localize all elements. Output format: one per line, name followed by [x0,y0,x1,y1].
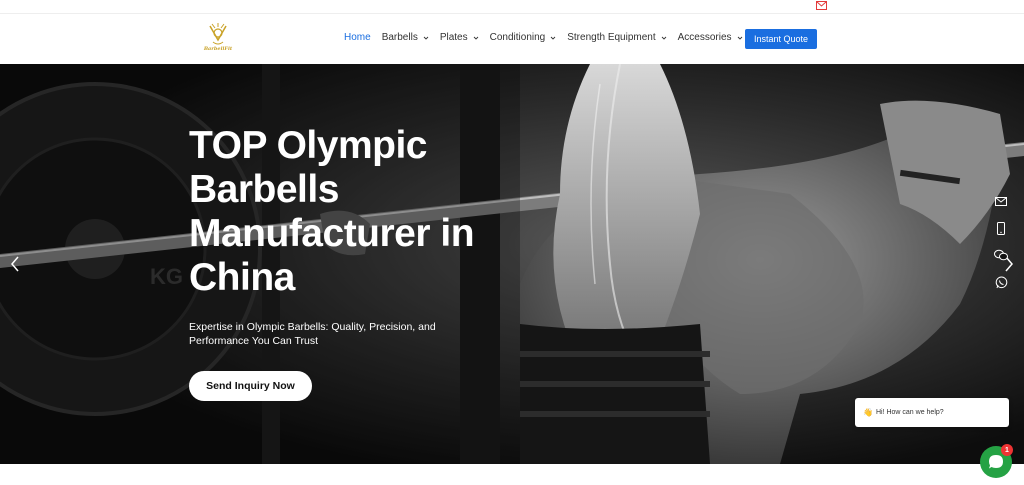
nav-item-strength-equipment[interactable]: Strength Equipment [567,32,666,43]
chevron-down-icon [737,36,742,40]
logo-text: BarbellFit [203,46,233,52]
page-bottom [0,464,1024,485]
nav-item-label: Conditioning [489,32,546,43]
chevron-down-icon [423,36,429,40]
headline-line: TOP Olympic [189,124,427,167]
nav-item-conditioning[interactable]: Conditioning [490,32,557,43]
site-logo[interactable]: BarbellFit [198,22,238,56]
slider-prev-arrow-icon[interactable] [8,254,22,274]
send-inquiry-button[interactable]: Send Inquiry Now [189,371,312,401]
chevron-down-icon [473,36,478,40]
site-header: BarbellFit Home Barbells Plates Conditio… [0,14,1024,64]
chat-greeting-bubble[interactable]: 👋 Hi! How can we help? [855,398,1009,427]
instant-quote-button[interactable]: Instant Quote [745,29,817,49]
chat-notification-badge: 1 [1001,444,1013,456]
phone-icon[interactable] [990,217,1012,239]
chevron-down-icon [661,36,666,40]
nav-item-barbells[interactable]: Barbells [382,32,429,43]
top-bar [0,0,1024,14]
whatsapp-icon[interactable] [990,271,1012,293]
wave-emoji: 👋 [863,408,873,417]
headline-line: Manufacturer in [189,212,475,255]
headline-line: China [189,256,295,299]
nav-item-label: Strength Equipment [567,32,656,43]
nav-item-label: Accessories [677,32,732,43]
nav-item-label: Plates [439,32,468,43]
nav-item-label: Barbells [381,32,418,43]
email-icon[interactable] [990,190,1012,212]
logo-emblem-icon [209,23,227,45]
headline-line: Barbells [189,168,339,211]
mail-icon[interactable] [816,1,827,10]
floating-contact-bar [990,190,1012,298]
hero-headline: TOP Olympic Barbells Manufacturer in Chi… [189,124,529,300]
chevron-down-icon [550,36,556,40]
nav-item-label: Home [344,32,371,43]
nav-item-home[interactable]: Home [344,32,371,43]
hero-subtext: Expertise in Olympic Barbells: Quality, … [189,321,436,347]
chat-greeting-text: Hi! How can we help? [875,409,944,416]
nav-item-plates[interactable]: Plates [440,32,479,43]
wechat-icon[interactable] [990,244,1012,266]
main-nav: Home Barbells Plates Conditioning Streng… [344,32,754,43]
chat-icon [989,455,1003,469]
nav-item-accessories[interactable]: Accessories [678,32,743,43]
